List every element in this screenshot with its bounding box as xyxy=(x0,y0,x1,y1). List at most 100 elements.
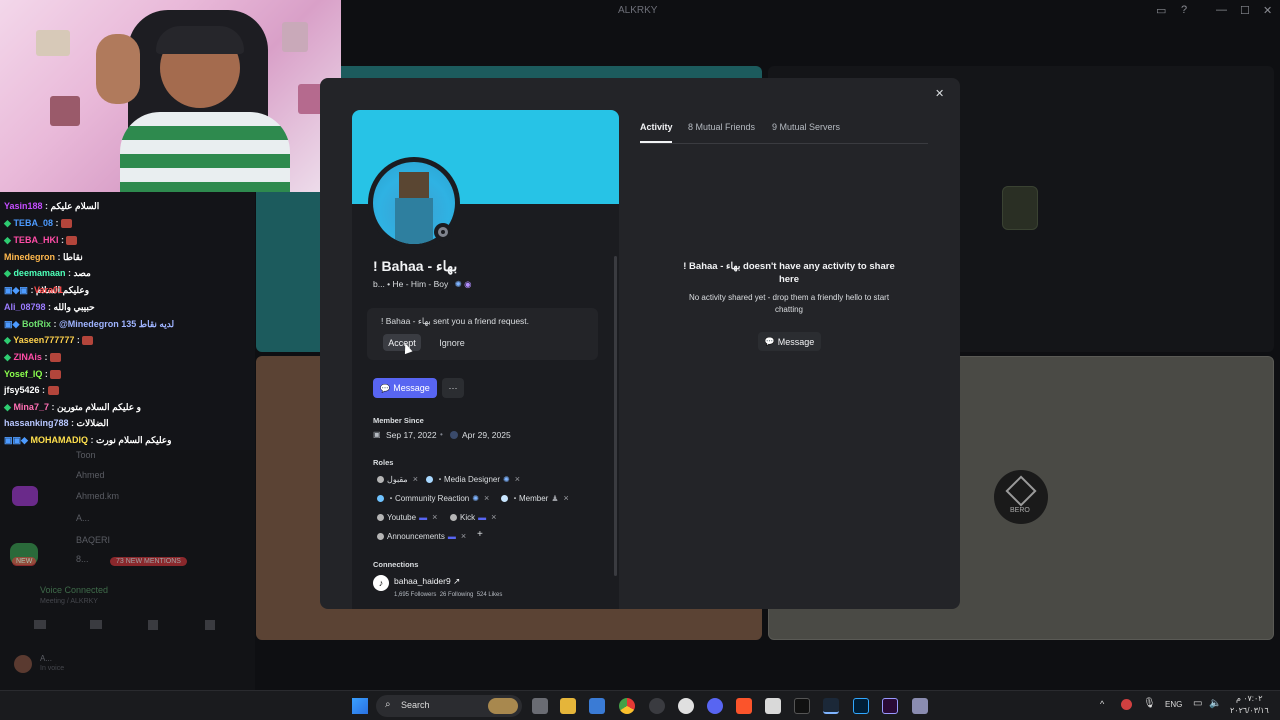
premiere-icon[interactable] xyxy=(882,698,898,714)
member-item[interactable]: BAQERI xyxy=(76,535,110,545)
start-icon[interactable] xyxy=(352,698,368,714)
maximize-button[interactable]: ☐ xyxy=(1240,4,1250,17)
chat-line: jfsy5426 : xyxy=(4,385,59,396)
activity-message-label: Message xyxy=(777,336,815,347)
user-avatar[interactable] xyxy=(14,655,32,673)
friend-request-text: ! Bahaa - بهاء sent you a friend request… xyxy=(381,316,530,326)
connections-label: Connections xyxy=(373,560,419,569)
profile-scrollbar[interactable] xyxy=(614,256,617,576)
activity-message-button[interactable]: 💬 Message xyxy=(758,332,821,351)
member-item[interactable]: 8... xyxy=(76,554,89,564)
raised-hand xyxy=(96,34,140,104)
role-chip[interactable]: Youtube ▬ × xyxy=(377,510,437,524)
profile-card: ! Bahaa - بهاء b... • He - Him - Boy ✺ ◉… xyxy=(352,110,619,609)
clock-time[interactable]: ٠٧:٠٢ م xyxy=(1236,694,1263,703)
steam-icon[interactable] xyxy=(823,698,839,714)
member-item[interactable]: Toon xyxy=(76,450,96,460)
role-chip[interactable]: ・Community Reaction ✺ × xyxy=(377,491,489,505)
network-icon[interactable]: ▭ xyxy=(1193,698,1202,709)
task-view-icon[interactable] xyxy=(532,698,548,714)
minimize-button[interactable]: — xyxy=(1216,4,1227,16)
bandana xyxy=(156,26,244,54)
friend-request-box: ! Bahaa - بهاء sent you a friend request… xyxy=(367,308,598,360)
role-chip[interactable]: Kick ▬ × xyxy=(450,510,496,524)
shelf-plaque-2 xyxy=(50,96,80,126)
new-badge[interactable]: NEW xyxy=(12,557,37,566)
avatar-frame[interactable] xyxy=(368,157,460,249)
chat-line: Minedegron : نقاطا xyxy=(4,252,83,262)
more-button[interactable]: ··· xyxy=(442,378,464,398)
add-role-button[interactable]: + xyxy=(477,529,483,540)
search-box[interactable]: ⌕ Search xyxy=(376,695,522,717)
chat-line: ▣▣◆ MOHAMADIQ : وعليكم السلام نورت xyxy=(4,435,172,445)
server-icon[interactable] xyxy=(12,486,38,506)
display-name: ! Bahaa - بهاء xyxy=(373,258,458,274)
message-button[interactable]: 💬 Message xyxy=(373,378,437,398)
language-indicator[interactable]: ENG xyxy=(1165,700,1182,709)
voice-connected-title: Voice Connected xyxy=(40,585,109,595)
store-icon[interactable] xyxy=(589,698,605,714)
chrome-icon[interactable] xyxy=(619,698,635,714)
streamer-shirt xyxy=(120,112,290,192)
volume-icon[interactable]: 🔈 xyxy=(1209,698,1221,709)
role-chip[interactable]: Announcements ▬ × xyxy=(377,529,466,543)
soundboard-icon[interactable] xyxy=(205,620,215,630)
shelf-plaque-3 xyxy=(282,22,308,52)
nitro-icon: ◉ xyxy=(464,279,472,289)
ignore-button[interactable]: Ignore xyxy=(433,334,471,351)
server-avatar xyxy=(1002,186,1038,230)
role-chip[interactable]: مقبول × xyxy=(377,472,418,486)
tabs-divider xyxy=(640,143,928,144)
connection-name[interactable]: bahaa_haider9 ↗ xyxy=(394,576,460,587)
webcam-overlay xyxy=(0,0,341,192)
discord-join-date: Sep 17, 2022 xyxy=(386,430,437,440)
tiktok-icon: ♪ xyxy=(373,575,389,591)
tab-mutual-friends[interactable]: 8 Mutual Friends xyxy=(688,122,755,132)
member-item[interactable]: Ahmed xyxy=(76,470,105,480)
activity-icon[interactable] xyxy=(148,620,158,630)
avatar-character-head xyxy=(399,172,429,198)
tray-chevron-icon[interactable]: ^ xyxy=(1100,699,1104,709)
chat-line: Ali_08798 : حبيبي والله xyxy=(4,302,95,312)
chat-line: ◆ Mina7_7 : و عليكم السلام متورين xyxy=(4,402,141,412)
connection-stats: 1,695 Followers 26 Following 524 Likes xyxy=(394,592,503,598)
file-explorer-icon[interactable] xyxy=(560,698,576,714)
obs-icon[interactable] xyxy=(678,698,694,714)
tab-mutual-servers[interactable]: 9 Mutual Servers xyxy=(772,122,840,132)
screenshare-icon[interactable] xyxy=(90,620,102,629)
server-icon-small xyxy=(450,431,458,439)
message-label: Message xyxy=(393,383,430,393)
mute-video-icon[interactable] xyxy=(34,620,46,629)
chat-line: Yosef_IQ : xyxy=(4,369,62,380)
inbox-icon[interactable]: ▭ xyxy=(1156,4,1166,17)
mic-icon[interactable]: 🎙 xyxy=(1143,698,1156,709)
activity-empty-sub: No activity shared yet - drop them a fri… xyxy=(688,293,890,314)
role-chip[interactable]: ・Media Designer ✺ × xyxy=(426,472,520,486)
date-separator: • xyxy=(440,430,443,439)
window-close-button[interactable]: ✕ xyxy=(1263,4,1272,17)
avatar-character-body xyxy=(395,198,433,244)
discord-logo-icon: ▣ xyxy=(373,430,381,439)
photoshop-icon[interactable] xyxy=(853,698,869,714)
pronouns: b... • He - Him - Boy ✺ ◉ xyxy=(373,279,472,289)
discord-icon[interactable] xyxy=(707,698,723,714)
app-icon[interactable] xyxy=(649,698,665,714)
tab-activity[interactable]: Activity xyxy=(640,122,673,132)
brave-icon[interactable] xyxy=(736,698,752,714)
role-chip[interactable]: ・Member ♟ × xyxy=(501,491,569,505)
clock-date[interactable]: ٢٠٢٦/٠٣/١٦ xyxy=(1230,706,1269,715)
bero-logo-icon xyxy=(1005,475,1037,507)
chat-line: hassanking788 : الضلالات xyxy=(4,418,109,428)
bero-avatar[interactable]: BERO xyxy=(994,470,1048,524)
search-placeholder: Search xyxy=(401,700,430,710)
mentions-badge[interactable]: 73 NEW MENTIONS xyxy=(110,557,187,566)
member-item[interactable]: A... xyxy=(76,513,90,523)
app-icon-3[interactable] xyxy=(912,698,928,714)
message-icon: 💬 xyxy=(764,337,775,346)
member-item[interactable]: Ahmed.km xyxy=(76,491,119,501)
app-icon-2[interactable] xyxy=(765,698,781,714)
help-icon[interactable]: ? xyxy=(1181,4,1187,16)
tray-app-icon[interactable] xyxy=(1121,699,1132,710)
modal-close-button[interactable]: ✕ xyxy=(935,87,944,100)
capcut-icon[interactable] xyxy=(794,698,810,714)
